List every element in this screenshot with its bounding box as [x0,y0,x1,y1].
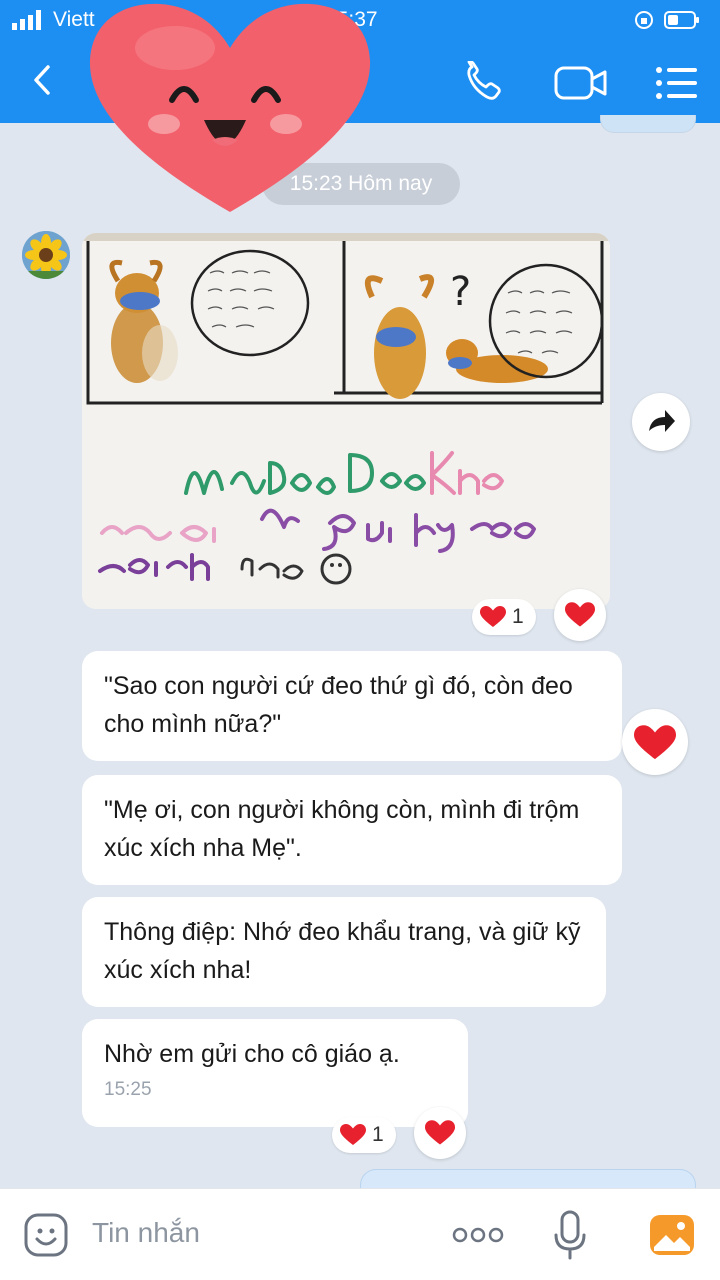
heart-icon [634,725,676,760]
message-react-button[interactable] [622,709,688,775]
menu-icon[interactable] [654,65,700,101]
heart-icon [480,606,506,627]
lock-rotation-icon [635,11,653,29]
message-bubble[interactable]: Nhờ em gửi cho cô giáo ạ. 15:25 [82,1019,468,1127]
sunflower-avatar-image [22,231,70,279]
photo-react-button[interactable] [554,589,606,641]
heart-icon [425,1120,455,1145]
message-text: "Mẹ ơi, con người không còn, mình đi trộ… [104,796,580,862]
shared-drawing-photo[interactable]: ? [82,233,610,609]
message-bubble[interactable]: "Sao con người cứ đeo thứ gì đó, còn đeo… [82,651,622,761]
photo-reaction-count[interactable]: 1 [472,599,536,635]
message-input[interactable]: Tin nhắn [92,1217,200,1249]
child-drawing-image: ? [82,233,610,609]
forward-button[interactable] [632,393,690,451]
heart-sticker [89,3,371,213]
heart-icon [340,1124,366,1145]
back-icon[interactable] [20,55,64,105]
heart-icon [565,602,595,627]
message-input-bar: Tin nhắn [0,1188,720,1280]
message-bubble[interactable]: "Mẹ ơi, con người không còn, mình đi trộ… [82,775,622,885]
mic-icon[interactable] [552,1209,588,1261]
message-bubble[interactable]: Thông điệp: Nhớ đeo khẩu trang, và giữ k… [82,897,606,1007]
chat-area[interactable]: 15:23 Hôm nay ? 1 "Sao con người cứ đeo … [0,115,720,1199]
more-icon[interactable] [452,1225,504,1245]
battery-icon [664,11,699,29]
avatar[interactable] [22,231,70,279]
signal-icon [12,10,41,30]
forward-icon [649,410,675,432]
message-text: "Sao con người cứ đeo thứ gì đó, còn đeo… [104,672,573,738]
message-reaction-count[interactable]: 1 [332,1117,396,1153]
svg-text:?: ? [450,269,471,315]
photo-reaction-number: 1 [512,605,524,628]
image-icon[interactable] [648,1213,696,1257]
message-react-button[interactable] [414,1107,466,1159]
previous-message-bubble[interactable] [600,115,696,133]
sticker-icon[interactable] [22,1211,70,1259]
video-icon[interactable] [553,63,609,103]
phone-icon[interactable] [462,61,510,105]
message-text: Thông điệp: Nhớ đeo khẩu trang, và giữ k… [104,918,581,984]
message-text: Nhờ em gửi cho cô giáo ạ. [104,1040,400,1068]
message-reaction-number: 1 [372,1123,384,1146]
message-time: 15:25 [104,1079,152,1100]
